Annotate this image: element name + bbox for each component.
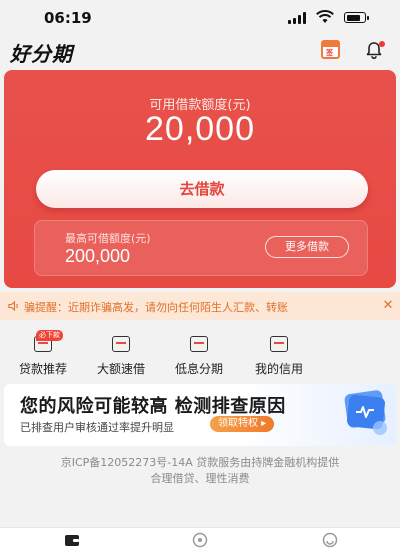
feature-label: 我的信用 [254,362,303,376]
large-loan-icon [112,336,130,352]
battery-level [346,14,361,21]
calendar-badge: 签 [326,49,333,57]
feature-label: 贷款推荐 [18,362,67,376]
shield-icon [344,390,387,435]
bottom-tab-bar [0,527,400,551]
risk-title: 您的风险可能较高 检测排查原因 [20,396,286,417]
risk-check-banner[interactable]: 您的风险可能较高 检测排查原因 已排查用户审核通过率提升明显 领取特权 ▸ [4,384,396,446]
footer-line-1: 京ICP备12052273号-14A 贷款服务由持牌金融机构提供 [60,456,340,469]
feature-row: 必下款 贷款推荐 大额速借 低息分期 我的信用 [0,328,400,384]
app-logo: 好分期 [10,42,73,66]
feature-loan-recommend[interactable]: 必下款 贷款推荐 [8,328,78,384]
credit-icon [270,336,288,352]
notice-text: 骗提醒：近期诈骗高发，请勿向任何陌生人汇款、转账 [24,301,288,314]
battery-icon [344,12,369,23]
calendar-icon[interactable]: 签 [321,40,340,59]
feature-installment[interactable]: 低息分期 [164,328,234,384]
borrow-button[interactable]: 去借款 [36,170,368,208]
status-bar: 06:19 [0,0,400,36]
max-quota-value: 200,000 [65,246,131,266]
risk-subtitle: 已排查用户审核通过率提升明显 [20,421,174,434]
available-quota-value: 20,000 [145,110,255,148]
feature-badge: 必下款 [36,330,63,341]
claim-privilege-button[interactable]: 领取特权 ▸ [210,416,275,432]
app-header: 好分期 签 [0,36,400,68]
fraud-notice-bar: 骗提醒：近期诈骗高发，请勿向任何陌生人汇款、转账 ✕ [0,292,400,320]
more-loans-button[interactable]: 更多借款 [265,236,349,258]
wifi-icon [316,10,334,23]
feature-label: 低息分期 [174,362,223,376]
max-quota-box: 最高可借额度(元) 200,000 更多借款 [34,220,368,276]
feature-label: 大额速借 [96,362,145,376]
feature-my-credit[interactable]: 我的信用 [244,328,314,384]
footer-line-2: 合理借贷、理性消费 [150,472,250,485]
max-quota-label: 最高可借额度(元) [65,232,151,245]
speaker-icon [8,301,18,311]
bell-icon[interactable] [364,40,385,60]
signal-icon [288,12,308,24]
footer-disclaimer: 京ICP备12052273号-14A 贷款服务由持牌金融机构提供 合理借贷、理性… [0,455,400,487]
feature-large-loan[interactable]: 大额速借 [86,328,156,384]
notification-dot [379,41,385,47]
installment-icon [190,336,208,352]
loan-card: 可用借款额度(元) 20,000 去借款 最高可借额度(元) 200,000 更… [4,70,396,288]
discover-icon[interactable] [192,532,208,548]
profile-icon[interactable] [322,532,338,548]
wallet-icon[interactable] [64,532,80,548]
close-icon[interactable]: ✕ [376,292,400,320]
status-time: 06:19 [44,9,92,27]
